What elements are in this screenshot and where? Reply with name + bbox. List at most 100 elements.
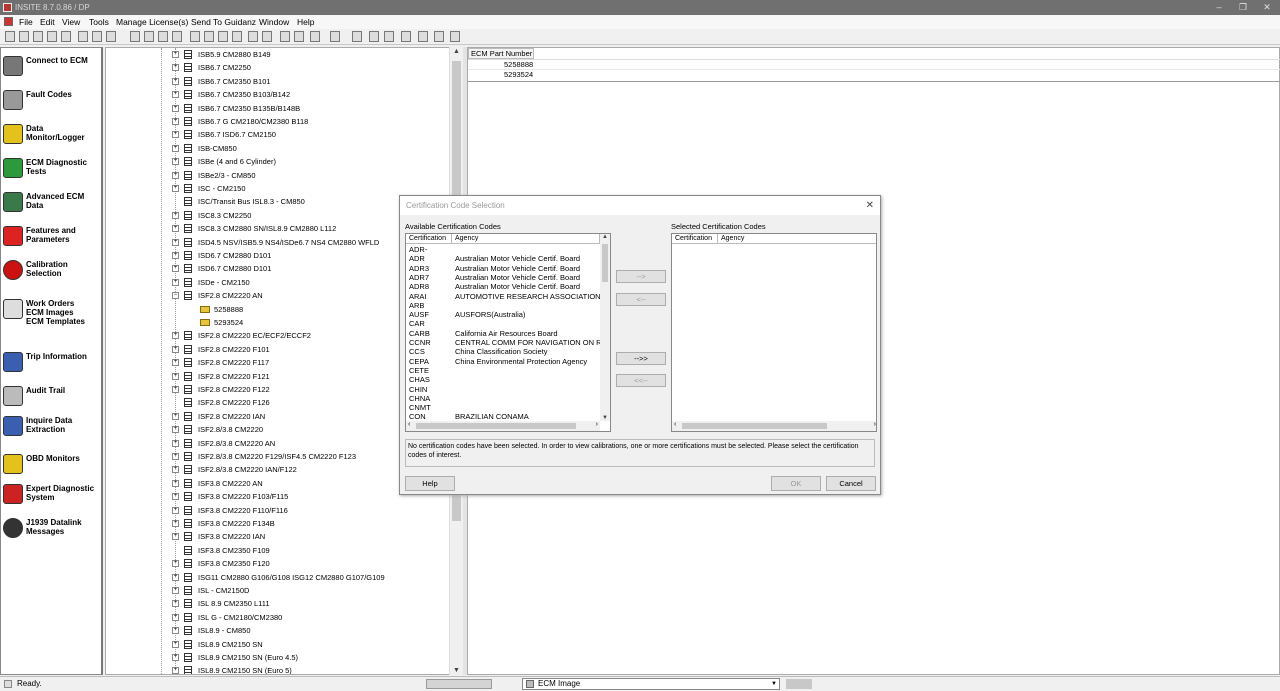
cert-code[interactable]: CHNA [409,394,430,403]
cert-agency[interactable] [455,385,600,394]
scroll-left-icon[interactable]: ‹ [408,421,410,428]
toolbar-close-icon[interactable] [61,31,71,42]
toolbar-export-icon[interactable] [294,31,304,42]
expand-icon[interactable]: + [172,359,179,367]
cert-code[interactable]: CETE [409,366,429,375]
expand-icon[interactable]: + [172,64,179,72]
available-codes-list[interactable]: Certification Agency ADR- ADR Australian M… [405,233,611,432]
nav-j1939-datalink[interactable]: J1939 Datalink Messages [1,514,102,544]
toolbar-back-icon[interactable] [352,31,362,42]
cert-agency[interactable]: California Air Resources Board [455,329,600,338]
toolbar-new-icon[interactable] [330,31,340,42]
menu-tools[interactable]: Tools [89,15,109,29]
expand-icon[interactable]: + [172,412,179,420]
nav-features-parameters[interactable]: Features and Parameters [1,222,102,252]
toolbar-record-icon[interactable] [434,31,444,42]
expand-icon[interactable]: + [172,372,179,380]
toolbar-disconnect-icon[interactable] [19,31,29,42]
expand-icon[interactable]: + [172,560,179,568]
nav-expert-diagnostic-system[interactable]: Expert Diagnostic System [1,480,102,510]
remove-all-button[interactable]: <<-- [616,374,666,387]
toolbar-copy-icon[interactable] [92,31,102,42]
toolbar-open-icon[interactable] [33,31,43,42]
help-button[interactable]: Help [405,476,455,491]
scroll-down-icon[interactable]: ▼ [602,415,608,421]
nav-calibration-selection[interactable]: Calibration Selection [1,256,102,286]
col-agency[interactable]: Agency [452,234,600,244]
nav-connect-to-ecm[interactable]: Connect to ECM [1,52,102,82]
expand-icon[interactable]: + [172,238,179,246]
toolbar-step-icon[interactable] [450,31,460,42]
available-horizontal-scrollbar[interactable]: ‹ › [406,421,600,431]
menu-help[interactable]: Help [297,15,314,29]
expand-icon[interactable]: + [172,118,179,125]
expand-icon[interactable]: + [172,131,179,139]
expand-icon[interactable]: + [172,573,179,581]
scroll-up-icon[interactable]: ▲ [453,48,460,55]
cert-agency[interactable] [455,403,600,412]
scroll-down-icon[interactable]: ▼ [453,667,460,674]
menu-view[interactable]: View [62,15,80,29]
expand-icon[interactable]: + [172,104,179,112]
add-button[interactable]: --> [616,270,666,283]
cert-code[interactable]: CNMT [409,403,431,412]
cert-agency[interactable] [455,366,600,375]
expand-icon[interactable]: + [172,640,179,648]
toolbar-image-icon[interactable] [204,31,214,42]
cert-code[interactable]: CCNR [409,338,431,347]
cert-agency[interactable]: Australian Motor Vehicle Certif. Board [455,254,600,263]
expand-icon[interactable]: + [172,345,179,353]
toolbar-connect-icon[interactable] [5,31,15,42]
expand-icon[interactable]: + [172,493,179,501]
menu-manage-license[interactable]: Manage License(s) [116,15,188,29]
toolbar-settings-icon[interactable] [262,31,272,42]
nav-advanced-ecm-data[interactable]: Advanced ECM Data [1,188,102,218]
nav-ecm-diagnostic-tests[interactable]: ECM Diagnostic Tests [1,154,102,184]
expand-icon[interactable]: + [172,51,179,58]
ecm-part-row[interactable]: 5293524 [504,70,533,79]
toolbar-save-icon[interactable] [47,31,57,42]
cert-code[interactable]: CEPA [409,357,429,366]
expand-icon[interactable]: + [172,587,179,594]
cert-agency[interactable]: CENTRAL COMM FOR NAVIGATION ON RH [455,338,600,347]
menu-edit[interactable]: Edit [40,15,55,29]
close-icon[interactable]: ✕ [1255,0,1279,15]
cert-agency[interactable] [455,375,600,384]
toolbar-print-icon[interactable] [130,31,140,42]
cert-code[interactable]: ADR8 [409,282,429,291]
expand-icon[interactable]: + [172,144,179,152]
ok-button[interactable]: OK [771,476,821,491]
menu-file[interactable]: File [19,15,33,29]
menu-send-to-guidanz[interactable]: Send To Guidanz [191,15,256,29]
cert-agency[interactable]: China Environmental Protection Agency [455,357,600,366]
cert-code[interactable]: ADR- [409,245,427,254]
expand-icon[interactable]: + [172,158,179,166]
cert-code[interactable]: ARB [409,301,424,310]
cancel-button[interactable]: Cancel [826,476,876,491]
expand-icon[interactable]: + [172,506,179,514]
expand-icon[interactable]: + [172,171,179,179]
toolbar-forward-icon[interactable] [280,31,290,42]
remove-button[interactable]: <-- [616,293,666,306]
cert-code[interactable]: CCS [409,347,425,356]
expand-icon[interactable]: + [172,426,179,434]
menu-app-icon[interactable] [4,17,13,26]
expand-icon[interactable]: + [172,185,179,192]
nav-trip-information[interactable]: Trip Information [1,348,102,378]
toolbar-stop2-icon[interactable] [418,31,428,42]
col-certification[interactable]: Certification [672,234,718,244]
toolbar-calibration-icon[interactable] [232,31,242,42]
toolbar-template-icon[interactable] [218,31,228,42]
expand-icon[interactable]: + [172,654,179,661]
nav-fault-codes[interactable]: Fault Codes [1,86,102,116]
cert-agency[interactable]: AUTOMOTIVE RESEARCH ASSOCIATION OF [455,292,600,301]
dialog-close-icon[interactable]: ✕ [866,196,874,215]
cert-agency[interactable]: AUSFORS(Australia) [455,310,600,319]
cert-agency[interactable]: China Classification Society [455,347,600,356]
menu-window[interactable]: Window [259,15,289,29]
scroll-up-icon[interactable]: ▲ [602,234,608,240]
toolbar-properties-icon[interactable] [158,31,168,42]
cert-code[interactable]: AUSF [409,310,429,319]
chevron-down-icon[interactable]: ▼ [771,679,777,689]
col-agency[interactable]: Agency [718,234,876,244]
